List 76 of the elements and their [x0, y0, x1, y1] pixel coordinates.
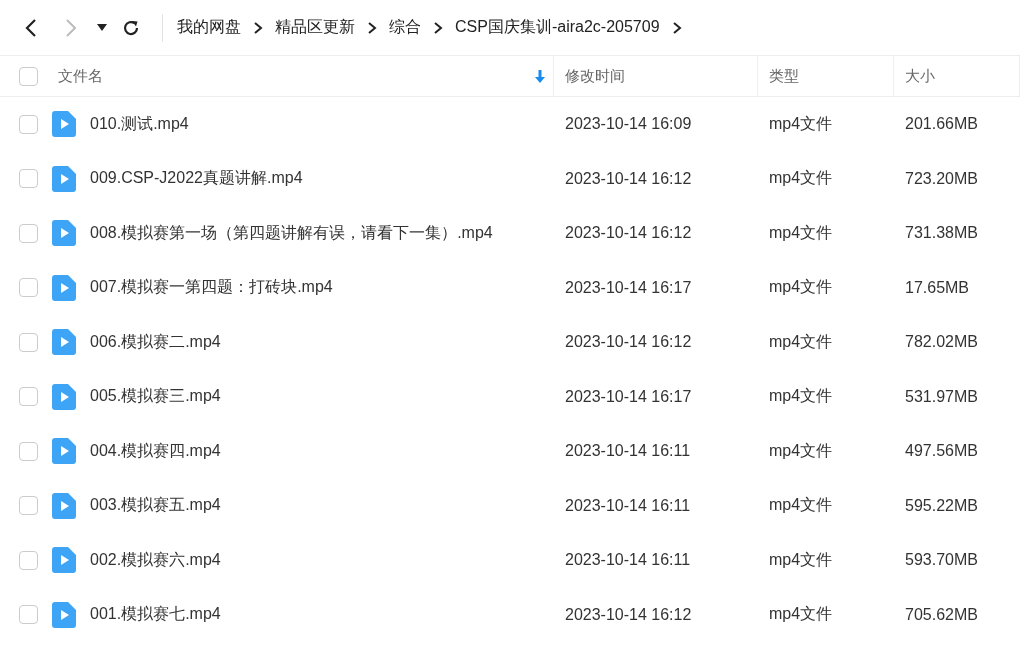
- column-header[interactable]: 文件名: [52, 56, 554, 96]
- column-header[interactable]: 大小: [894, 56, 1020, 96]
- row-checkbox[interactable]: [18, 550, 38, 570]
- table-cell-text: mp4文件: [769, 440, 833, 461]
- table-cell: 2023-10-14 16:11: [565, 551, 691, 570]
- video-file-icon: [52, 165, 76, 192]
- file-name[interactable]: 004.模拟赛四.mp4: [90, 440, 221, 462]
- file-name[interactable]: 005.模拟赛三.mp4: [90, 386, 221, 408]
- column-header[interactable]: 类型: [758, 56, 894, 96]
- file-name[interactable]: 009.CSP-J2022真题讲解.mp4: [90, 168, 303, 190]
- table-cell: 17.65MB: [905, 278, 970, 297]
- row-checkbox[interactable]: [18, 496, 38, 516]
- table-cell: 705.62MB: [905, 605, 978, 624]
- table-cell: 2023-10-14 16:17: [565, 278, 692, 297]
- row-checkbox[interactable]: [18, 223, 38, 243]
- row-checkbox[interactable]: [18, 278, 38, 298]
- table-cell: 2023-10-14 16:12: [565, 224, 692, 243]
- chevron-icon: [367, 20, 377, 35]
- row-checkbox[interactable]: [18, 332, 38, 352]
- chevron-icon: [433, 20, 443, 35]
- refresh-icon[interactable]: [122, 18, 140, 37]
- video-file-icon: [52, 601, 76, 628]
- video-file-icon: [52, 329, 76, 356]
- column-header[interactable]: 修改时间: [554, 56, 758, 96]
- file-name[interactable]: 006.模拟赛二.mp4: [90, 331, 221, 353]
- row-checkbox[interactable]: [18, 441, 38, 461]
- chevron-icon: [253, 20, 263, 35]
- table-cell: 2023-10-14 16:12: [565, 605, 692, 624]
- chevron-icon: [671, 20, 682, 35]
- video-file-icon: [52, 438, 76, 465]
- video-file-icon: [52, 111, 76, 138]
- table-cell: 531.97MB: [905, 387, 978, 406]
- table-cell: 593.70MB: [905, 551, 978, 570]
- row-checkbox[interactable]: [18, 605, 38, 625]
- table-cell-text: mp4文件: [769, 604, 833, 625]
- table-cell: 2023-10-14 16:09: [565, 115, 692, 134]
- table-cell: 782.02MB: [905, 333, 978, 352]
- breadcrumb-link[interactable]: CSP国庆集训-aira2c-205709: [455, 17, 660, 38]
- file-name[interactable]: 003.模拟赛五.mp4: [90, 495, 221, 517]
- file-name[interactable]: 001.模拟赛七.mp4: [90, 604, 221, 626]
- file-name[interactable]: 007.模拟赛一第四题：打砖块.mp4: [90, 277, 333, 299]
- table-cell-text: mp4文件: [769, 386, 833, 407]
- breadcrumb-link[interactable]: 综合: [389, 17, 421, 38]
- video-file-icon: [52, 220, 76, 247]
- file-name[interactable]: 002.模拟赛六.mp4: [90, 549, 221, 571]
- video-file-icon: [52, 383, 76, 410]
- table-cell: 497.56MB: [905, 442, 978, 461]
- video-file-icon: [52, 547, 76, 574]
- select-all-checkbox[interactable]: [18, 66, 38, 86]
- row-checkbox[interactable]: [18, 114, 38, 134]
- row-checkbox[interactable]: [18, 169, 38, 189]
- breadcrumb-link[interactable]: 我的网盘: [177, 17, 241, 38]
- breadcrumb-link[interactable]: 精品区更新: [275, 17, 355, 38]
- file-name[interactable]: 010.测试.mp4: [90, 113, 189, 135]
- table-cell: 2023-10-14 16:17: [565, 387, 692, 406]
- file-name[interactable]: 008.模拟赛第一场（第四题讲解有误，请看下一集）.mp4: [90, 222, 493, 244]
- table-cell: 2023-10-14 16:11: [565, 442, 691, 461]
- back-icon[interactable]: [24, 17, 38, 38]
- dropdown-caret-icon[interactable]: [97, 23, 107, 32]
- table-cell-text: mp4文件: [769, 549, 833, 570]
- table-cell-text: mp4文件: [769, 222, 833, 243]
- table-cell-text: mp4文件: [769, 168, 833, 189]
- row-checkbox[interactable]: [18, 387, 38, 407]
- table-cell-text: mp4文件: [769, 495, 833, 516]
- table-cell: 595.22MB: [905, 496, 978, 515]
- table-cell: 201.66MB: [905, 115, 978, 134]
- table-cell-text: mp4文件: [769, 331, 833, 352]
- video-file-icon: [52, 492, 76, 519]
- table-cell-text: mp4文件: [769, 277, 833, 298]
- table-cell: 2023-10-14 16:12: [565, 169, 692, 188]
- table-cell-text: mp4文件: [769, 113, 833, 134]
- video-file-icon: [52, 274, 76, 301]
- table-cell: 2023-10-14 16:11: [565, 496, 691, 515]
- table-cell: 731.38MB: [905, 224, 978, 243]
- table-cell: 2023-10-14 16:12: [565, 333, 692, 352]
- table-cell: 723.20MB: [905, 169, 978, 188]
